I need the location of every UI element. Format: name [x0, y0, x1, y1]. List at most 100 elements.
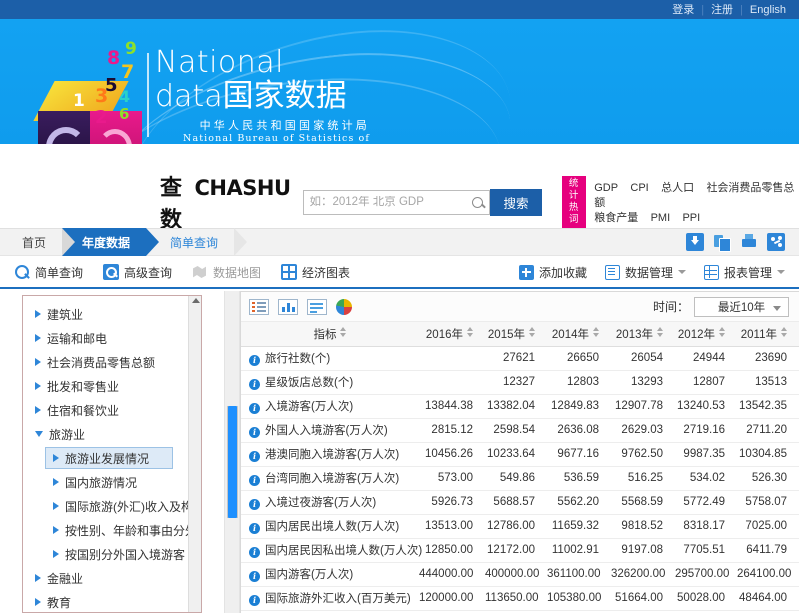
- chevron-right-icon[interactable]: [53, 502, 59, 510]
- data-cell: 2629.03: [611, 418, 675, 443]
- sidebar-item-9[interactable]: 按性别、年龄和事由分外国入境游客: [23, 518, 201, 542]
- data-cell: 5926.73: [419, 490, 485, 515]
- sort-arrows-icon[interactable]: [718, 326, 725, 337]
- indicator-cell: i 入境过夜游客(万人次): [241, 490, 419, 515]
- english-link[interactable]: English: [743, 4, 793, 16]
- table-column-header-2[interactable]: 2015年: [485, 322, 547, 347]
- hot-word-ppi[interactable]: PPI: [682, 212, 700, 224]
- table-column-header-1[interactable]: 2016年: [419, 322, 485, 347]
- sidebar-item-4[interactable]: 住宿和餐饮业: [23, 398, 201, 422]
- sidebar-item-5[interactable]: 旅游业: [23, 422, 201, 446]
- data-cell: 50028.00: [675, 586, 737, 611]
- add-favorite-button[interactable]: 添加收藏: [518, 264, 587, 281]
- info-icon[interactable]: i: [249, 523, 260, 534]
- hot-word-pmi[interactable]: PMI: [651, 212, 671, 224]
- time-range-select[interactable]: 最近10年: [694, 296, 789, 317]
- info-icon[interactable]: i: [249, 451, 260, 462]
- sort-arrows-icon[interactable]: [656, 326, 663, 337]
- breadcrumb-home[interactable]: 首页: [0, 228, 76, 256]
- register-link[interactable]: 注册: [704, 4, 740, 16]
- sort-arrows-icon[interactable]: [528, 326, 535, 337]
- hot-word-retail-sales[interactable]: 社会消费品零售总额: [594, 182, 794, 209]
- chart-icon: [281, 264, 298, 280]
- sidebar-scrollbar[interactable]: [188, 296, 201, 612]
- report-manage-menu[interactable]: 报表管理: [703, 264, 785, 281]
- sidebar-item-0[interactable]: 建筑业: [23, 302, 201, 326]
- tab-simple-query[interactable]: 简单查询: [14, 264, 83, 281]
- breadcrumb-simple-query[interactable]: 简单查询: [146, 228, 248, 256]
- chevron-right-icon[interactable]: [35, 310, 41, 318]
- table-column-header-4[interactable]: 2013年: [611, 322, 675, 347]
- sort-arrows-icon[interactable]: [340, 326, 347, 337]
- search-input[interactable]: [309, 196, 472, 208]
- chevron-right-icon[interactable]: [35, 358, 41, 366]
- category-tree[interactable]: 建筑业 运输和邮电 社会消费品零售总额 批发和零售业 住宿和餐饮业 旅游业 旅游业发展情况国…: [22, 295, 202, 613]
- data-cell: 2815.12: [419, 418, 485, 443]
- table-column-header-0[interactable]: 指标: [241, 322, 419, 347]
- share-icon[interactable]: [767, 233, 785, 251]
- tab-data-map[interactable]: 数据地图: [192, 264, 261, 281]
- sidebar-item-10[interactable]: 按国别分外国入境游客: [23, 542, 201, 566]
- info-icon[interactable]: i: [249, 547, 260, 558]
- data-manage-menu[interactable]: 数据管理: [604, 264, 686, 281]
- hot-word-cpi[interactable]: CPI: [630, 182, 648, 194]
- search-box[interactable]: [302, 189, 490, 215]
- info-icon[interactable]: i: [249, 499, 260, 510]
- info-icon[interactable]: i: [249, 427, 260, 438]
- sort-arrows-icon[interactable]: [592, 326, 599, 337]
- copy-icon[interactable]: [713, 233, 731, 252]
- sidebar-item-11[interactable]: 金融业: [23, 566, 201, 590]
- sidebar-item-label: 按国别分外国入境游客: [65, 547, 186, 562]
- hot-word-grain-output[interactable]: 粮食产量: [594, 212, 638, 224]
- sidebar-item-7[interactable]: 国内旅游情况: [23, 470, 201, 494]
- table-column-header-3[interactable]: 2014年: [547, 322, 611, 347]
- data-cell: 444000.00: [419, 562, 485, 587]
- sort-arrows-icon[interactable]: [780, 326, 787, 337]
- chevron-right-icon[interactable]: [35, 406, 41, 414]
- sidebar-item-12[interactable]: 教育: [23, 590, 201, 612]
- info-icon[interactable]: i: [249, 379, 260, 390]
- sidebar-item-1[interactable]: 运输和邮电: [23, 326, 201, 350]
- table-column-header-6[interactable]: 2011年: [737, 322, 799, 347]
- chevron-right-icon[interactable]: [53, 454, 59, 462]
- table-column-header-5[interactable]: 2012年: [675, 322, 737, 347]
- hot-word-population[interactable]: 总人口: [661, 182, 694, 194]
- search-button[interactable]: 搜索: [489, 188, 543, 216]
- tab-advanced-query[interactable]: 高级查询: [103, 264, 172, 281]
- bar-chart-icon[interactable]: [307, 298, 327, 315]
- content-scrollbar[interactable]: [224, 291, 240, 613]
- scrollbar-thumb[interactable]: [228, 406, 238, 518]
- sidebar-item-8[interactable]: 国际旅游(外汇)收入及构成: [23, 494, 201, 518]
- chevron-right-icon[interactable]: [35, 382, 41, 390]
- chevron-right-icon[interactable]: [53, 478, 59, 486]
- tab-economic-chart[interactable]: 经济图表: [281, 264, 350, 281]
- chevron-right-icon[interactable]: [35, 598, 41, 606]
- info-icon[interactable]: i: [249, 475, 260, 486]
- sort-arrows-icon[interactable]: [466, 326, 473, 337]
- brand-line-national: National: [155, 45, 285, 80]
- chevron-right-icon[interactable]: [53, 550, 59, 558]
- sidebar-item-3[interactable]: 批发和零售业: [23, 374, 201, 398]
- info-icon[interactable]: i: [249, 355, 260, 366]
- chevron-down-icon[interactable]: [35, 431, 43, 437]
- download-icon[interactable]: [686, 233, 704, 251]
- info-icon[interactable]: i: [249, 595, 260, 606]
- data-cell: [419, 370, 485, 395]
- hot-word-gdp[interactable]: GDP: [594, 182, 618, 194]
- chevron-right-icon[interactable]: [35, 334, 41, 342]
- pie-chart-icon[interactable]: [336, 298, 352, 315]
- indicator-cell: i 台湾同胞入境游客(万人次): [241, 466, 419, 491]
- data-cell: 326200.00: [611, 562, 675, 587]
- scroll-up-icon[interactable]: [192, 298, 200, 303]
- sidebar-item-2[interactable]: 社会消费品零售总额: [23, 350, 201, 374]
- chevron-right-icon[interactable]: [53, 526, 59, 534]
- info-icon[interactable]: i: [249, 571, 260, 582]
- print-icon[interactable]: [740, 233, 758, 251]
- chevron-right-icon[interactable]: [35, 574, 41, 582]
- info-icon[interactable]: i: [249, 403, 260, 414]
- sidebar-item-6[interactable]: 旅游业发展情况: [45, 447, 173, 469]
- column-chart-icon[interactable]: [278, 298, 298, 315]
- table-view-icon[interactable]: [249, 298, 269, 315]
- login-link[interactable]: 登录: [665, 4, 701, 16]
- chevron-down-icon: [773, 305, 781, 311]
